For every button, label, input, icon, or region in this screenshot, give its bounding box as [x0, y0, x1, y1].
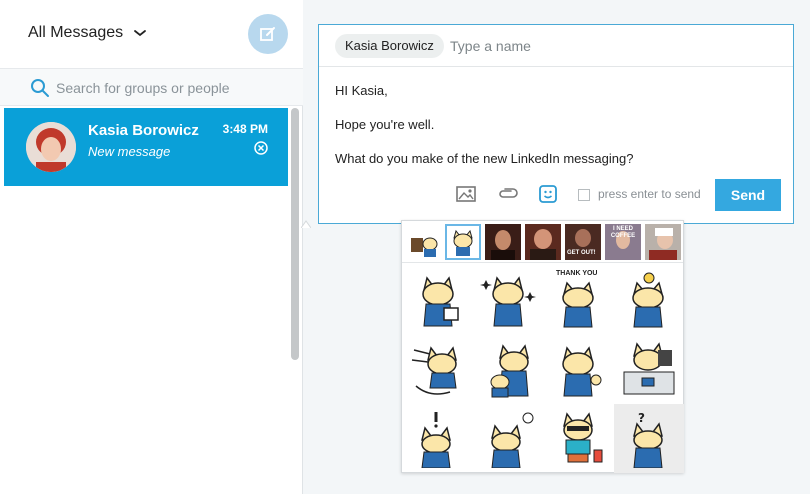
cat-sparkle-sticker[interactable] [474, 264, 544, 333]
compose-toolbar: press enter to send Send [319, 177, 793, 213]
cat-sweat-sticker[interactable] [474, 404, 544, 473]
cat-running-sticker[interactable] [404, 334, 474, 403]
recipient-pill[interactable]: Kasia Borowicz [335, 34, 444, 58]
image-icon[interactable] [455, 183, 477, 205]
recipient-name-input[interactable] [450, 35, 750, 57]
compose-new-message-button[interactable] [248, 14, 288, 54]
gif-caption: GET OUT! [567, 250, 596, 256]
cat-sunglasses-sticker[interactable] [544, 404, 614, 473]
cat-pack-icon[interactable] [445, 224, 481, 260]
coffee-cat-pack-icon[interactable] [406, 224, 442, 260]
search-icon [31, 79, 49, 97]
message-line[interactable]: Hope you're well. [335, 117, 434, 132]
attachment-icon[interactable] [497, 183, 519, 205]
popover-caret [301, 220, 311, 228]
conversation-subtitle: New message [88, 144, 171, 159]
gif-caption: I NEED COFFEE [610, 226, 636, 239]
get-out-gif-pack-icon[interactable]: GET OUT! [565, 224, 601, 260]
message-line[interactable]: What do you make of the new LinkedIn mes… [335, 151, 633, 166]
sticker-picker: GET OUT! I NEED COFFEE THANK YOU ? [401, 220, 684, 473]
send-button[interactable]: Send [715, 179, 781, 211]
cat-lightbulb-sticker[interactable] [614, 264, 684, 333]
conversation-time: 3:48 PM [222, 122, 268, 136]
recipient-row: Kasia Borowicz [319, 25, 793, 67]
cat-pair-sticker[interactable] [474, 334, 544, 403]
sticker-icon[interactable] [537, 183, 559, 205]
chevron-down-icon [134, 30, 147, 37]
movie-gif-pack-icon[interactable] [485, 224, 521, 260]
compose-icon [260, 27, 275, 41]
cat-question-sticker[interactable]: ? [614, 404, 684, 473]
messaging-app: All Messages Search for groups or people… [0, 0, 810, 494]
chef-gif-pack-icon[interactable] [645, 224, 681, 260]
search-input[interactable] [56, 77, 286, 99]
sticker-pack-bar: GET OUT! I NEED COFFEE [402, 221, 683, 263]
need-coffee-gif-pack-icon[interactable]: I NEED COFFEE [605, 224, 641, 260]
conversation-name: Kasia Borowicz [88, 122, 199, 139]
conversation-item[interactable]: Kasia Borowicz New message 3:48 PM [4, 108, 288, 186]
cat-exclamation-sticker[interactable] [404, 404, 474, 473]
list-scrollbar[interactable] [291, 108, 299, 360]
cat-with-coffee-sticker[interactable] [404, 264, 474, 333]
svg-text:?: ? [638, 411, 645, 425]
compose-box: Kasia Borowicz HI Kasia, Hope you're wel… [318, 24, 794, 224]
message-filter-label: All Messages [28, 24, 124, 41]
sticker-caption: THANK YOU [556, 270, 598, 277]
movie-gif-pack-icon[interactable] [525, 224, 561, 260]
enter-to-send-label: press enter to send [598, 187, 701, 201]
search-bar [0, 68, 303, 106]
cat-at-desk-sticker[interactable] [614, 334, 684, 403]
cat-thumbs-up-sticker[interactable] [544, 334, 614, 403]
list-header: All Messages [0, 0, 303, 68]
close-icon[interactable] [254, 141, 268, 155]
conversation-list-pane: All Messages Search for groups or people… [0, 0, 303, 494]
message-line[interactable]: HI Kasia, [335, 83, 388, 98]
avatar [26, 122, 76, 172]
enter-to-send-checkbox[interactable] [578, 189, 590, 201]
cat-thank-you-sticker[interactable]: THANK YOU [544, 264, 614, 333]
message-filter-dropdown[interactable]: All Messages [28, 24, 147, 42]
